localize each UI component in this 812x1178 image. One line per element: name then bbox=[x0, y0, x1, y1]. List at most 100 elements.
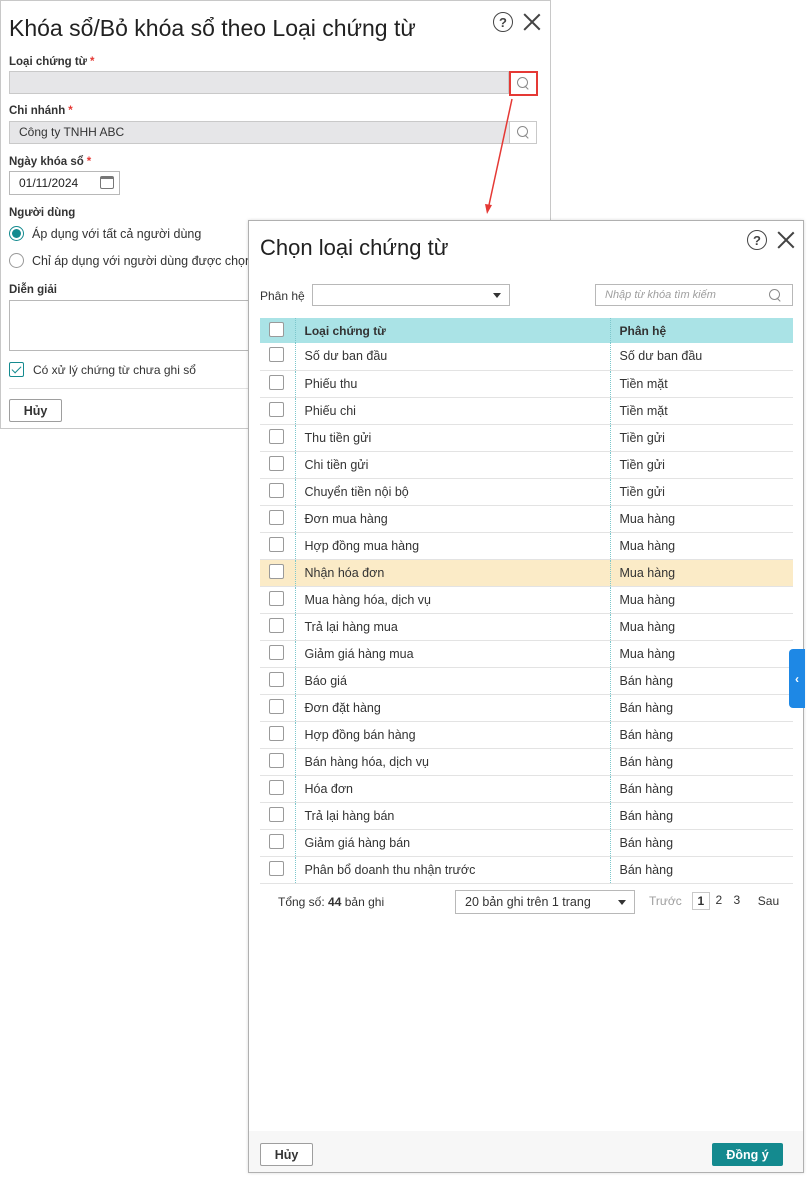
row-checkbox[interactable] bbox=[269, 428, 284, 444]
voucher-type-cell: Hợp đồng mua hàng bbox=[295, 532, 611, 560]
module-cell: Bán hàng bbox=[610, 829, 793, 857]
table-row[interactable]: Hợp đồng bán hàng Bán hàng bbox=[260, 721, 793, 749]
voucher-type-cell: Phiếu chi bbox=[295, 397, 611, 425]
table-row[interactable]: Nhận hóa đơn Mua hàng bbox=[260, 559, 793, 587]
row-checkbox[interactable] bbox=[269, 374, 284, 390]
select-all-checkbox[interactable] bbox=[269, 321, 284, 337]
row-checkbox[interactable] bbox=[269, 725, 284, 741]
dialog-title: Chọn loại chứng từ bbox=[260, 235, 449, 260]
row-checkbox[interactable] bbox=[269, 671, 284, 687]
module-cell: Tiền gửi bbox=[610, 478, 793, 506]
row-select-cell bbox=[260, 856, 296, 884]
help-icon[interactable]: ? bbox=[747, 230, 767, 250]
module-filter-select[interactable] bbox=[312, 284, 510, 306]
row-checkbox[interactable] bbox=[269, 509, 284, 525]
row-select-cell bbox=[260, 613, 296, 641]
row-checkbox[interactable] bbox=[269, 860, 284, 876]
table-row[interactable]: Đơn mua hàng Mua hàng bbox=[260, 505, 793, 533]
table-row[interactable]: Trả lại hàng mua Mua hàng bbox=[260, 613, 793, 641]
row-checkbox[interactable] bbox=[269, 455, 284, 471]
close-icon[interactable] bbox=[777, 231, 795, 249]
side-panel-toggle[interactable]: ‹ bbox=[789, 649, 805, 708]
voucher-type-cell: Chi tiền gửi bbox=[295, 451, 611, 479]
table-row[interactable]: Phân bổ doanh thu nhận trước Bán hàng bbox=[260, 856, 793, 884]
table-row[interactable]: Bán hàng hóa, dịch vụ Bán hàng bbox=[260, 748, 793, 776]
search-icon[interactable] bbox=[769, 289, 782, 302]
search-placeholder: Nhập từ khóa tìm kiếm bbox=[605, 289, 716, 301]
row-select-cell bbox=[260, 343, 296, 371]
row-select-cell bbox=[260, 424, 296, 452]
table-row[interactable]: Báo giá Bán hàng bbox=[260, 667, 793, 695]
page-number[interactable]: 2 bbox=[710, 892, 728, 910]
table-row[interactable]: Đơn đặt hàng Bán hàng bbox=[260, 694, 793, 722]
row-select-cell bbox=[260, 397, 296, 425]
row-checkbox[interactable] bbox=[269, 590, 284, 606]
voucher-type-cell: Phiếu thu bbox=[295, 370, 611, 398]
voucher-type-cell: Giảm giá hàng bán bbox=[295, 829, 611, 857]
module-cell: Mua hàng bbox=[610, 559, 793, 587]
row-checkbox[interactable] bbox=[269, 752, 284, 768]
pagination-prev[interactable]: Trước bbox=[649, 894, 682, 908]
table-row[interactable]: Giảm giá hàng bán Bán hàng bbox=[260, 829, 793, 857]
page-size-select[interactable]: 20 bản ghi trên 1 trang bbox=[455, 890, 635, 914]
page-size-value: 20 bản ghi trên 1 trang bbox=[465, 895, 591, 909]
table-row[interactable]: Hóa đơn Bán hàng bbox=[260, 775, 793, 803]
row-checkbox[interactable] bbox=[269, 698, 284, 714]
row-checkbox[interactable] bbox=[269, 536, 284, 552]
page-number[interactable]: 1 bbox=[691, 892, 710, 910]
voucher-type-cell: Số dư ban đầu bbox=[295, 343, 611, 371]
dialog-footer: Hủy Đồng ý bbox=[249, 1131, 803, 1172]
table-row[interactable]: Trả lại hàng bán Bán hàng bbox=[260, 802, 793, 830]
voucher-type-cell: Trả lại hàng mua bbox=[295, 613, 611, 641]
table-row[interactable]: Mua hàng hóa, dịch vụ Mua hàng bbox=[260, 586, 793, 614]
row-select-cell bbox=[260, 775, 296, 803]
dialog-header-actions: ? bbox=[747, 230, 795, 250]
voucher-type-cell: Đơn đặt hàng bbox=[295, 694, 611, 722]
module-cell: Bán hàng bbox=[610, 667, 793, 695]
voucher-type-cell: Trả lại hàng bán bbox=[295, 802, 611, 830]
voucher-type-cell: Bán hàng hóa, dịch vụ bbox=[295, 748, 611, 776]
row-checkbox[interactable] bbox=[269, 779, 284, 795]
table-row[interactable]: Chuyển tiền nội bộ Tiền gửi bbox=[260, 478, 793, 506]
row-checkbox[interactable] bbox=[269, 563, 284, 579]
module-cell: Mua hàng bbox=[610, 532, 793, 560]
row-select-cell bbox=[260, 748, 296, 776]
row-select-cell bbox=[260, 451, 296, 479]
module-cell: Số dư ban đầu bbox=[610, 343, 793, 371]
table-row[interactable]: Thu tiền gửi Tiền gửi bbox=[260, 424, 793, 452]
row-checkbox[interactable] bbox=[269, 617, 284, 633]
row-select-cell bbox=[260, 640, 296, 668]
row-select-cell bbox=[260, 667, 296, 695]
row-select-cell bbox=[260, 559, 296, 587]
voucher-type-cell: Mua hàng hóa, dịch vụ bbox=[295, 586, 611, 614]
voucher-type-cell: Phân bổ doanh thu nhận trước bbox=[295, 856, 611, 884]
module-cell: Tiền mặt bbox=[610, 397, 793, 425]
table-row[interactable]: Chi tiền gửi Tiền gửi bbox=[260, 451, 793, 479]
cancel-button[interactable]: Hủy bbox=[260, 1143, 313, 1166]
row-checkbox[interactable] bbox=[269, 401, 284, 417]
search-input[interactable]: Nhập từ khóa tìm kiếm bbox=[595, 284, 793, 306]
row-checkbox[interactable] bbox=[269, 644, 284, 660]
table-row[interactable]: Giảm giá hàng mua Mua hàng bbox=[260, 640, 793, 668]
row-select-cell bbox=[260, 802, 296, 830]
column-header-voucher-type[interactable]: Loại chứng từ bbox=[295, 318, 611, 343]
table-row[interactable]: Phiếu thu Tiền mặt bbox=[260, 370, 793, 398]
page-number[interactable]: 3 bbox=[728, 892, 746, 910]
pagination-next[interactable]: Sau bbox=[758, 894, 779, 908]
table-row[interactable]: Hợp đồng mua hàng Mua hàng bbox=[260, 532, 793, 560]
row-checkbox[interactable] bbox=[269, 806, 284, 822]
row-select-cell bbox=[260, 532, 296, 560]
module-cell: Tiền gửi bbox=[610, 451, 793, 479]
row-checkbox[interactable] bbox=[269, 482, 284, 498]
table-row[interactable]: Phiếu chi Tiền mặt bbox=[260, 397, 793, 425]
module-cell: Bán hàng bbox=[610, 721, 793, 749]
confirm-button[interactable]: Đồng ý bbox=[712, 1143, 783, 1166]
row-select-cell bbox=[260, 370, 296, 398]
table-row[interactable]: Số dư ban đầu Số dư ban đầu bbox=[260, 343, 793, 371]
module-cell: Bán hàng bbox=[610, 694, 793, 722]
voucher-type-cell: Báo giá bbox=[295, 667, 611, 695]
row-checkbox[interactable] bbox=[269, 833, 284, 849]
column-header-module[interactable]: Phân hệ bbox=[610, 318, 793, 343]
row-checkbox[interactable] bbox=[269, 347, 284, 363]
chevron-down-icon bbox=[493, 293, 501, 298]
